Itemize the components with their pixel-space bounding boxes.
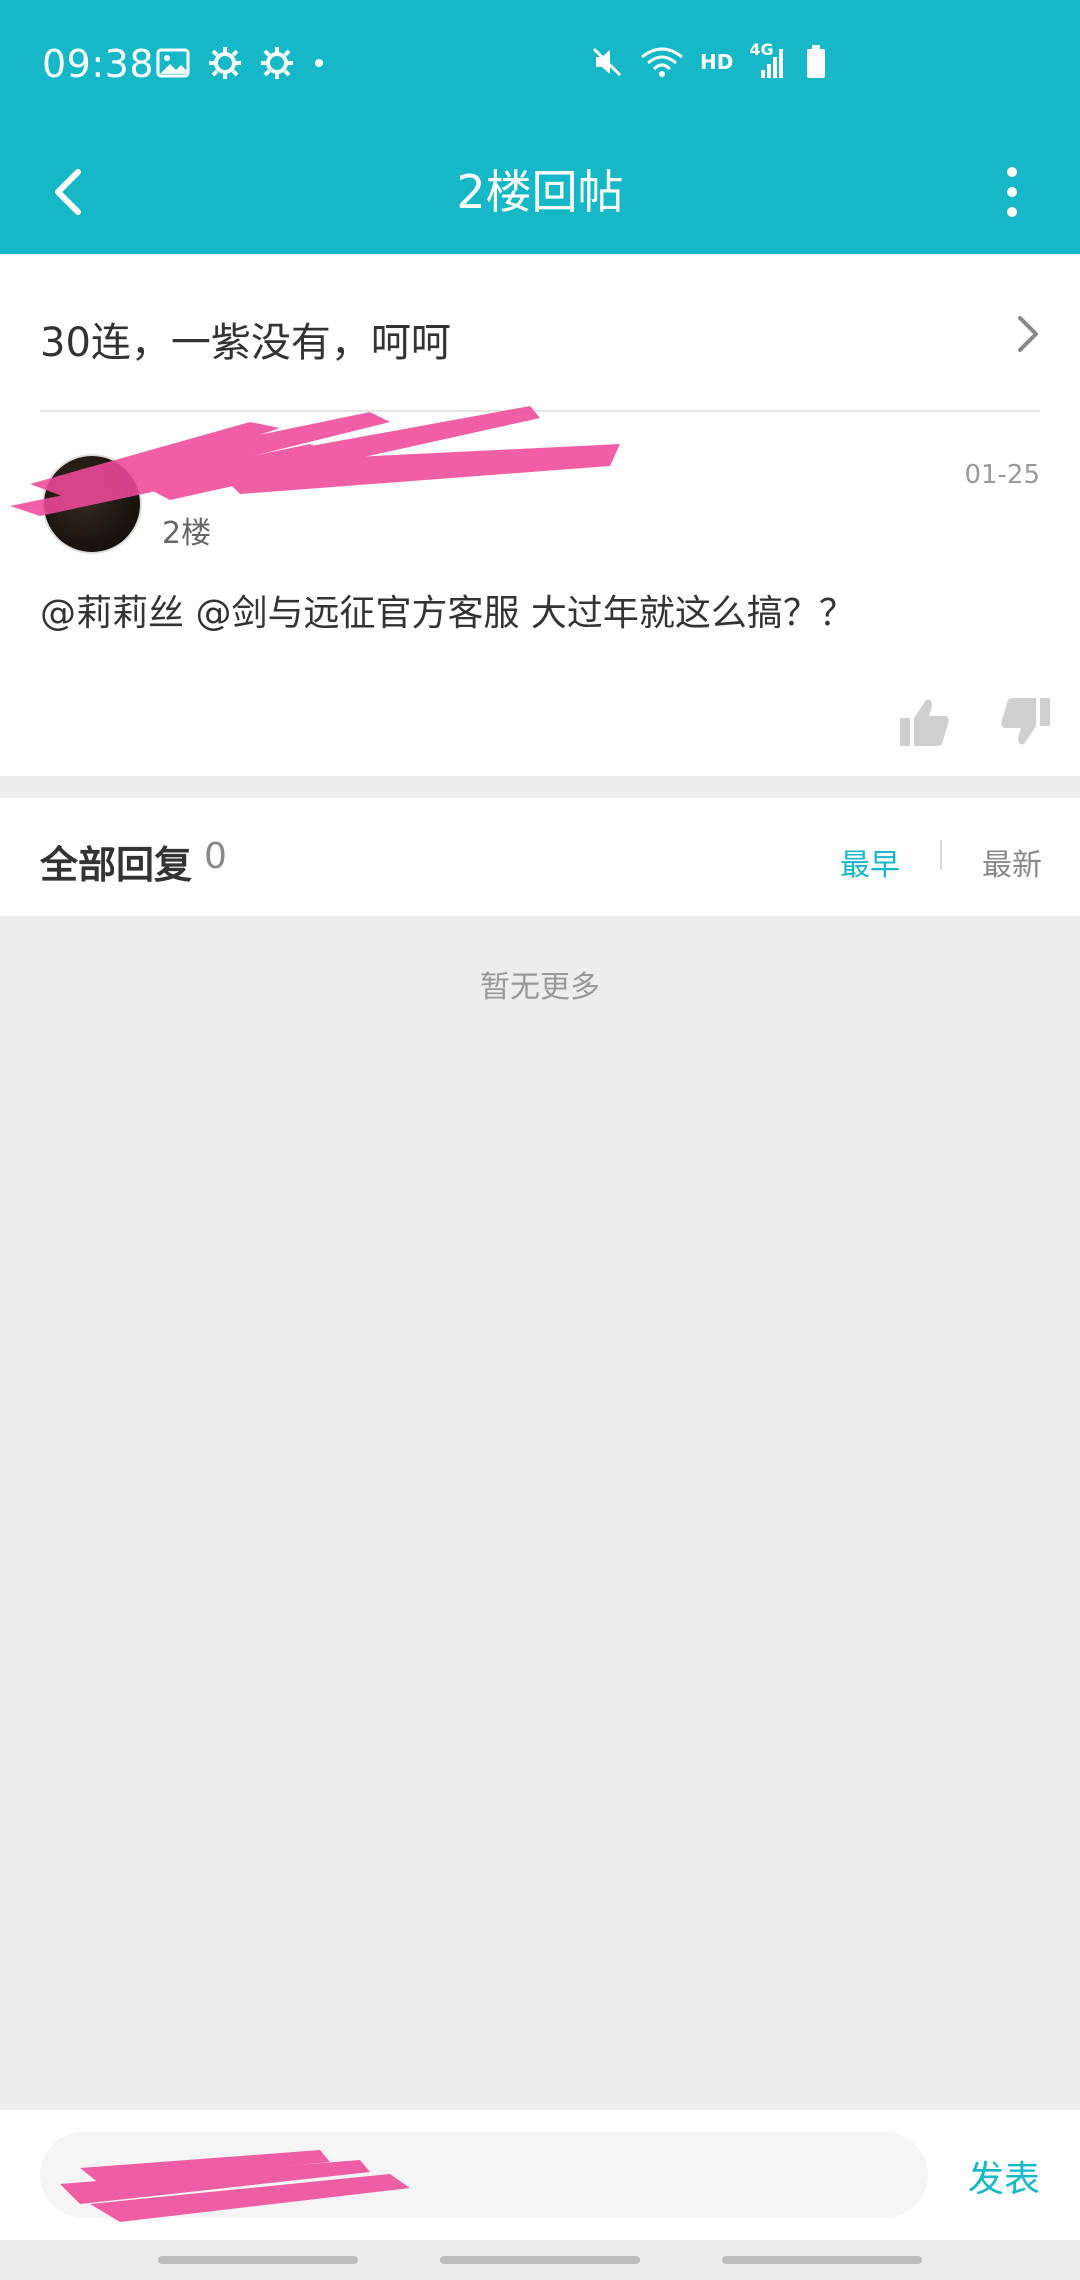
- nav-recents-gesture[interactable]: [722, 2256, 922, 2264]
- status-left-icons: [156, 46, 326, 80]
- gear-icon: [209, 47, 241, 79]
- thumbs-up-icon[interactable]: [896, 694, 952, 750]
- gear-icon: [261, 47, 293, 79]
- sort-latest-tab[interactable]: 最新: [982, 840, 1042, 884]
- status-right-icons: HD 4G: [590, 40, 827, 80]
- thread-link[interactable]: 30连，一紫没有，呵呵: [0, 254, 1080, 412]
- chevron-right-icon: [1018, 316, 1038, 352]
- dot-icon: [315, 59, 323, 67]
- redaction-scribble: [60, 2150, 410, 2222]
- floor-label: 2楼: [162, 516, 212, 551]
- submit-button[interactable]: 发表: [968, 2150, 1040, 2202]
- thumbs-down-icon[interactable]: [998, 694, 1054, 750]
- post-card: 30连，一紫没有，呵呵 2楼 01-25 @莉莉丝 @剑与远征官方客服 大过年就…: [0, 254, 1080, 776]
- status-time: 09:38: [42, 42, 155, 86]
- app-header: 09:38 HD 4G 2楼回帖: [0, 0, 1080, 254]
- mute-icon: [592, 47, 622, 77]
- post-content: @莉莉丝 @剑与远征官方客服 大过年就这么搞？？: [40, 593, 855, 634]
- battery-icon: [807, 45, 826, 78]
- sort-earliest-tab[interactable]: 最早: [840, 840, 900, 884]
- replies-title: 全部回复: [40, 843, 193, 887]
- replies-header: 全部回复 0 最早 最新: [0, 798, 1080, 916]
- more-button[interactable]: [972, 152, 1052, 232]
- sort-separator: [940, 840, 942, 870]
- wifi-icon: [641, 47, 683, 77]
- empty-state-text: 暂无更多: [480, 970, 600, 1005]
- page-title: 2楼回帖: [456, 165, 624, 219]
- more-vert-icon: [1007, 167, 1017, 217]
- nav-back-gesture[interactable]: [158, 2256, 358, 2264]
- system-nav-bar: [0, 2240, 1080, 2280]
- thread-title: 30连，一紫没有，呵呵: [40, 320, 451, 366]
- post-date: 01-25: [964, 460, 1040, 490]
- status-bar: 09:38 HD 4G: [0, 0, 1080, 130]
- redaction-scribble: [10, 406, 620, 516]
- replies-count: 0: [204, 836, 227, 877]
- title-bar: 2楼回帖: [0, 130, 1080, 254]
- compose-bar: 发表: [0, 2110, 1080, 2240]
- hd-label: HD: [700, 50, 734, 74]
- nav-home-gesture[interactable]: [440, 2256, 640, 2264]
- image-icon: [156, 48, 190, 78]
- signal-4g-icon: 4G: [749, 40, 789, 80]
